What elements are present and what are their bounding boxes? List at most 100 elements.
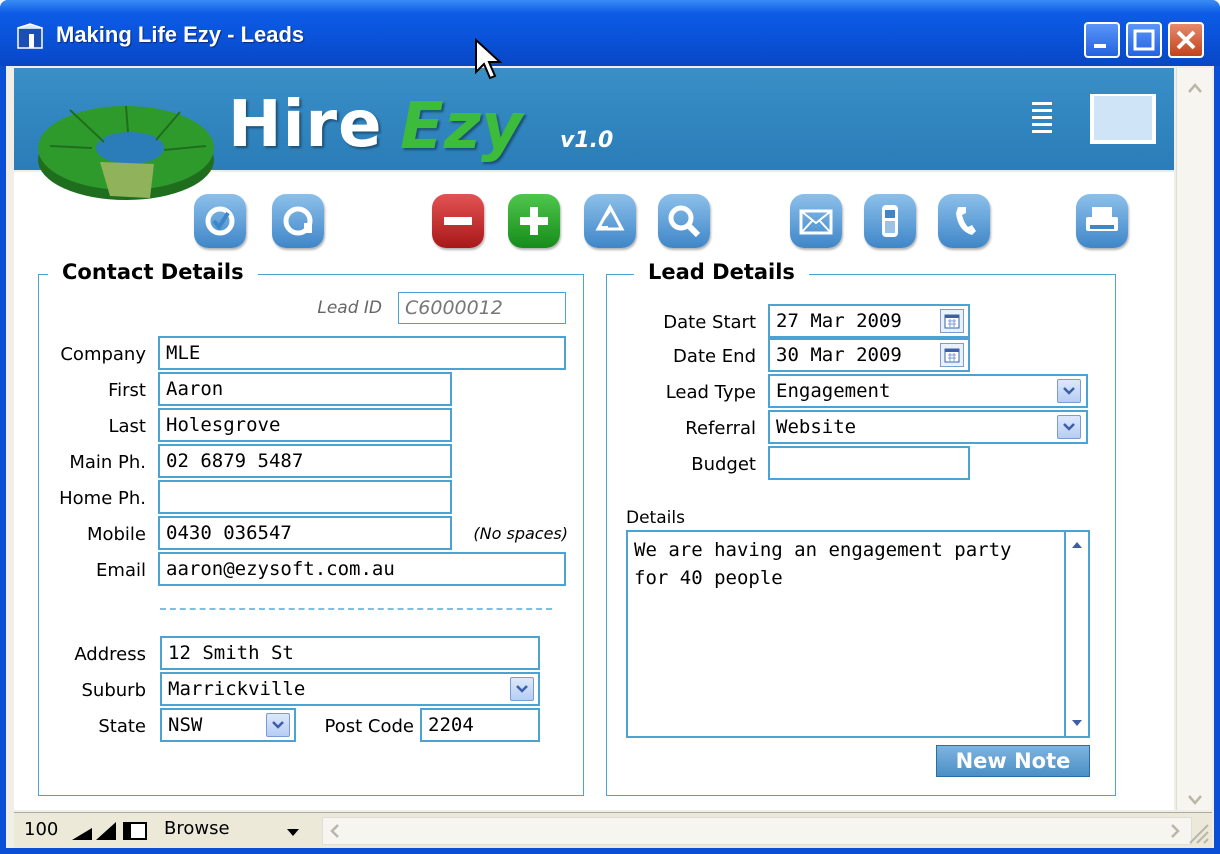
close-icon: [1176, 30, 1196, 50]
mobile-field[interactable]: 0430 036547: [158, 516, 452, 550]
suburb-dropdown-button[interactable]: [510, 677, 534, 701]
minimize-icon: [1094, 44, 1106, 48]
email-icon: [799, 209, 833, 235]
search-icon: [668, 205, 701, 238]
maximize-icon: [1133, 29, 1155, 51]
postcode-field[interactable]: 2204: [420, 708, 540, 742]
date-start-label: Date Start: [663, 312, 756, 333]
date-end-calendar-button[interactable]: [940, 343, 964, 367]
delete-button[interactable]: [432, 194, 484, 248]
address-label: Address: [74, 644, 146, 665]
suburb-label: Suburb: [81, 680, 147, 701]
mobile-icon: [882, 205, 898, 237]
chevron-down-icon: [516, 685, 528, 693]
lead-id-label: Lead ID: [317, 298, 382, 318]
layout-toggle-icon[interactable]: [1030, 94, 1160, 144]
title-bar[interactable]: Making Life Ezy - Leads: [0, 0, 1220, 66]
brand-version: v1.0: [560, 128, 614, 153]
company-field[interactable]: MLE: [158, 336, 566, 370]
status-bar: 100 Browse: [14, 812, 1212, 848]
refresh-button[interactable]: [272, 194, 324, 248]
check-icon: [205, 206, 235, 236]
chevron-down-icon: [287, 829, 299, 836]
referral-label: Referral: [685, 418, 756, 439]
close-button[interactable]: [1168, 22, 1204, 58]
email-field[interactable]: aaron@ezysoft.com.au: [158, 552, 566, 586]
email-button[interactable]: [790, 194, 842, 248]
maximize-button[interactable]: [1126, 22, 1162, 58]
scroll-up-icon: [1188, 83, 1202, 93]
app-icon: [17, 23, 43, 49]
first-name-field[interactable]: Aaron: [158, 372, 452, 406]
zoom-out-icon[interactable]: [70, 820, 94, 842]
home-phone-label: Home Ph.: [59, 488, 146, 509]
phone-button[interactable]: [938, 194, 990, 248]
mouse-cursor-icon: [475, 38, 502, 80]
recycle-button[interactable]: [584, 194, 636, 248]
scroll-up-icon: [1072, 542, 1082, 548]
lead-type-dropdown-button[interactable]: [1057, 379, 1081, 403]
window-title: Making Life Ezy - Leads: [56, 22, 305, 47]
app-window: Making Life Ezy - Leads Hire Ezy v1.0 Co…: [0, 0, 1220, 854]
window-horizontal-scrollbar[interactable]: [322, 817, 1192, 845]
resize-grip-icon[interactable]: [1184, 819, 1210, 845]
mode-label: Browse: [164, 818, 230, 839]
lead-type-label: Lead Type: [665, 382, 756, 403]
last-name-label: Last: [108, 416, 147, 437]
chevron-down-icon: [272, 721, 284, 729]
address-field[interactable]: 12 Smith St: [160, 636, 540, 670]
home-phone-field[interactable]: [158, 480, 452, 514]
date-start-calendar-button[interactable]: [940, 309, 964, 333]
mobile-hint: (No spaces): [473, 524, 568, 543]
recycle-icon: [595, 203, 625, 231]
print-icon: [1086, 207, 1118, 231]
hireezy-logo-icon: [38, 105, 214, 200]
calendar-icon: [944, 348, 960, 363]
add-button[interactable]: [508, 194, 560, 248]
chevron-down-icon: [1063, 387, 1075, 395]
zoom-level[interactable]: 100: [24, 819, 58, 840]
add-icon: [520, 207, 548, 235]
calendar-icon: [944, 314, 960, 329]
budget-field[interactable]: [768, 446, 970, 480]
referral-select[interactable]: Website: [768, 410, 1088, 444]
print-button[interactable]: [1076, 194, 1128, 248]
main-phone-label: Main Ph.: [69, 452, 146, 473]
details-label: Details: [626, 508, 685, 528]
referral-dropdown-button[interactable]: [1057, 415, 1081, 439]
lead-id-field: C6000012: [398, 292, 566, 324]
window-vertical-scrollbar[interactable]: [1176, 68, 1212, 810]
suburb-select[interactable]: Marrickville: [160, 672, 540, 706]
contact-separator: [160, 608, 552, 610]
scroll-down-icon: [1188, 795, 1202, 805]
minimize-button[interactable]: [1084, 22, 1120, 58]
state-dropdown-button[interactable]: [266, 713, 290, 737]
brand-ezy: Ezy: [400, 90, 523, 164]
company-label: Company: [60, 344, 146, 365]
budget-label: Budget: [691, 454, 756, 475]
details-scrollbar[interactable]: [1064, 532, 1088, 736]
phone-icon: [956, 207, 976, 235]
email-label: Email: [96, 560, 146, 581]
brand-hire: Hire: [228, 88, 383, 162]
mobile-button[interactable]: [864, 194, 916, 248]
details-textarea[interactable]: We are having an engagement party for 40…: [626, 530, 1090, 738]
date-end-label: Date End: [673, 346, 756, 367]
chevron-down-icon: [1063, 423, 1075, 431]
postcode-label: Post Code: [324, 716, 414, 737]
last-name-field[interactable]: Holesgrove: [158, 408, 452, 442]
delete-icon: [444, 217, 472, 225]
details-line: We are having an engagement party: [634, 539, 1012, 561]
zoom-in-icon[interactable]: [94, 820, 118, 842]
status-toggle-icon[interactable]: [122, 820, 148, 842]
lead-type-select[interactable]: Engagement: [768, 374, 1088, 408]
main-phone-field[interactable]: 02 6879 5487: [158, 444, 452, 478]
check-button[interactable]: [194, 194, 246, 248]
mode-select[interactable]: Browse: [164, 818, 314, 844]
lead-details-title: Lead Details: [634, 260, 809, 284]
search-button[interactable]: [658, 194, 710, 248]
new-note-button[interactable]: New Note: [936, 745, 1090, 777]
refresh-icon: [283, 206, 313, 236]
mobile-label: Mobile: [86, 524, 146, 545]
scroll-left-icon: [330, 824, 339, 838]
